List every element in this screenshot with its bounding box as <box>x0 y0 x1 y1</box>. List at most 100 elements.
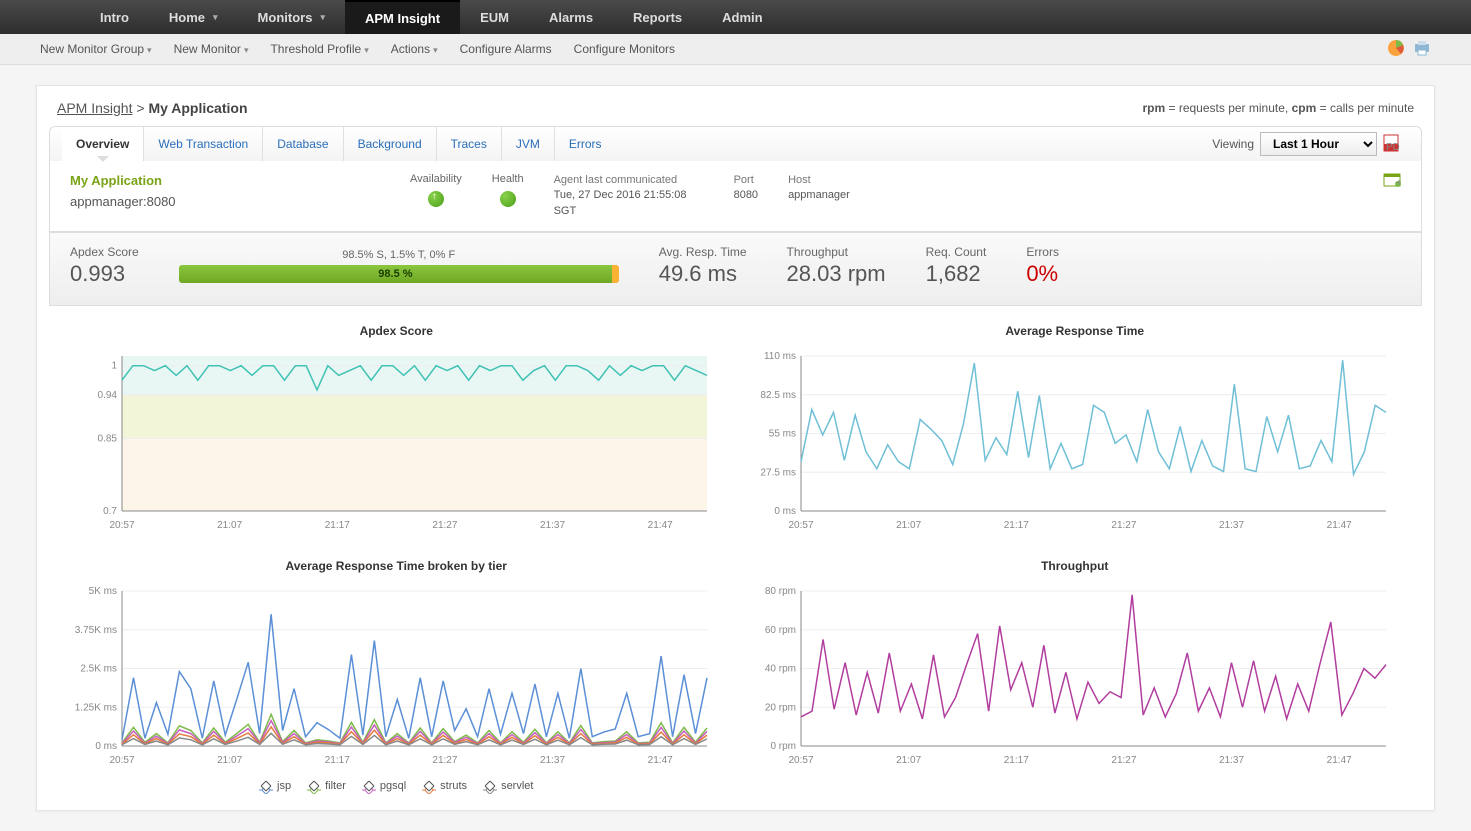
svg-text:80 rpm: 80 rpm <box>764 586 795 597</box>
port-value: 8080 <box>734 188 758 203</box>
charts-grid: Apdex Score0.70.850.94120:5721:0721:1721… <box>49 306 1422 810</box>
svg-text:82.5 ms: 82.5 ms <box>760 390 796 401</box>
chart-pie-icon[interactable] <box>1387 39 1405 60</box>
svg-text:1: 1 <box>111 361 117 372</box>
chevron-down-icon: ▾ <box>147 45 152 55</box>
subnav-item-new-monitor-group[interactable]: New Monitor Group▾ <box>40 42 152 56</box>
tab-background[interactable]: Background <box>344 127 437 161</box>
chart-apdex: Apdex Score0.70.850.94120:5721:0721:1721… <box>67 324 726 539</box>
topnav-item-intro[interactable]: Intro <box>80 0 149 34</box>
chart-svg: 0.70.850.94120:5721:0721:1721:2721:3721:… <box>67 346 717 536</box>
breadcrumb: APM Insight > My Application <box>57 100 248 116</box>
errors-value: 0% <box>1026 261 1059 287</box>
svg-text:1.25K ms: 1.25K ms <box>75 702 117 713</box>
svg-text:21:47: 21:47 <box>1326 520 1351 531</box>
tabs: OverviewWeb TransactionDatabaseBackgroun… <box>49 126 1422 161</box>
svg-text:21:07: 21:07 <box>217 755 242 766</box>
metrics-row: Apdex Score 0.993 98.5% S, 1.5% T, 0% F … <box>49 232 1422 306</box>
svg-text:21:47: 21:47 <box>1326 755 1351 766</box>
app-info-row: My Application appmanager:8080 Availabil… <box>49 161 1422 232</box>
chart-title: Average Response Time <box>746 324 1405 338</box>
topnav-item-reports[interactable]: Reports <box>613 0 702 34</box>
viewing-label: Viewing <box>1212 137 1254 151</box>
svg-text:21:07: 21:07 <box>896 520 921 531</box>
chart-legend: jspfilterpgsqlstrutsservlet <box>67 780 726 792</box>
chart-avgresp: Average Response Time0 ms27.5 ms55 ms82.… <box>746 324 1405 539</box>
req-count-value: 1,682 <box>926 261 987 287</box>
subnav-item-threshold-profile[interactable]: Threshold Profile▾ <box>270 42 368 56</box>
apdex-progress-bar: 98.5 % <box>179 265 619 283</box>
sub-navigation: New Monitor Group▾ New Monitor▾ Threshold … <box>0 34 1471 65</box>
apdex-label: Apdex Score <box>70 245 139 259</box>
pdf-export-icon[interactable]: PDF <box>1383 134 1399 155</box>
svg-text:21:27: 21:27 <box>1111 755 1136 766</box>
svg-text:21:47: 21:47 <box>648 520 673 531</box>
svg-text:3.75K ms: 3.75K ms <box>75 625 117 636</box>
svg-text:21:07: 21:07 <box>896 755 921 766</box>
tab-web-transaction[interactable]: Web Transaction <box>144 127 263 161</box>
svg-text:0 ms: 0 ms <box>774 506 796 517</box>
svg-text:27.5 ms: 27.5 ms <box>760 467 796 478</box>
svg-text:+: + <box>1396 178 1401 187</box>
tab-database[interactable]: Database <box>263 127 343 161</box>
subnav-item-configure-monitors[interactable]: Configure Monitors <box>574 42 675 56</box>
units-legend: rpm = requests per minute, cpm = calls p… <box>1142 101 1414 115</box>
app-host: appmanager:8080 <box>70 194 230 209</box>
subnav-item-configure-alarms[interactable]: Configure Alarms <box>460 42 552 56</box>
tab-overview[interactable]: Overview <box>62 127 144 161</box>
topnav-item-apm-insight[interactable]: APM Insight <box>345 0 460 34</box>
expand-icon[interactable]: + <box>1383 176 1401 190</box>
apdex-progress-tolerating <box>612 265 619 283</box>
svg-text:21:37: 21:37 <box>540 755 565 766</box>
svg-text:21:07: 21:07 <box>217 520 242 531</box>
hostname-label: Host <box>788 173 850 188</box>
avg-resp-label: Avg. Resp. Time <box>659 245 747 259</box>
port-label: Port <box>734 173 758 188</box>
apdex-value: 0.993 <box>70 261 139 287</box>
breadcrumb-link[interactable]: APM Insight <box>57 100 132 116</box>
subnav-item-new-monitor[interactable]: New Monitor▾ <box>174 42 249 56</box>
time-range-select[interactable]: Last 1 Hour <box>1260 132 1377 156</box>
svg-text:20:57: 20:57 <box>109 755 134 766</box>
health-label: Health <box>492 173 524 185</box>
top-navigation: IntroHome▾Monitors▾APM InsightEUMAlarmsR… <box>0 0 1471 34</box>
svg-text:21:37: 21:37 <box>1219 755 1244 766</box>
tab-traces[interactable]: Traces <box>437 127 502 161</box>
availability-status-icon <box>428 191 444 207</box>
svg-text:21:17: 21:17 <box>1003 755 1028 766</box>
apdex-progress-fill: 98.5 % <box>179 265 612 283</box>
svg-text:21:27: 21:27 <box>1111 520 1136 531</box>
svg-text:21:27: 21:27 <box>432 755 457 766</box>
svg-text:21:17: 21:17 <box>325 520 350 531</box>
svg-text:5K ms: 5K ms <box>89 586 117 597</box>
req-count-label: Req. Count <box>926 245 987 259</box>
tab-jvm[interactable]: JVM <box>502 127 555 161</box>
agent-comm-label: Agent last communicated <box>554 173 704 188</box>
subnav-item-actions[interactable]: Actions▾ <box>391 42 438 56</box>
svg-text:20:57: 20:57 <box>788 520 813 531</box>
agent-comm-time: Tue, 27 Dec 2016 21:55:08 SGT <box>554 188 704 219</box>
svg-text:21:47: 21:47 <box>648 755 673 766</box>
apdex-breakdown: 98.5% S, 1.5% T, 0% F <box>179 249 619 261</box>
svg-text:21:27: 21:27 <box>432 520 457 531</box>
svg-text:0.85: 0.85 <box>98 434 118 445</box>
app-name: My Application <box>70 173 230 188</box>
print-icon[interactable] <box>1413 39 1431 60</box>
chart-title: Apdex Score <box>67 324 726 338</box>
chart-svg: 0 rpm20 rpm40 rpm60 rpm80 rpm20:5721:072… <box>746 581 1396 771</box>
topnav-item-admin[interactable]: Admin <box>702 0 782 34</box>
svg-text:60 rpm: 60 rpm <box>764 625 795 636</box>
errors-label: Errors <box>1026 245 1059 259</box>
chevron-down-icon: ▾ <box>213 12 218 23</box>
topnav-item-alarms[interactable]: Alarms <box>529 0 613 34</box>
hostname-value: appmanager <box>788 188 850 203</box>
svg-text:20:57: 20:57 <box>788 755 813 766</box>
svg-text:21:17: 21:17 <box>325 755 350 766</box>
tab-errors[interactable]: Errors <box>555 127 616 161</box>
throughput-value: 28.03 rpm <box>787 261 886 287</box>
topnav-item-eum[interactable]: EUM <box>460 0 529 34</box>
topnav-item-home[interactable]: Home▾ <box>149 0 238 34</box>
chart-svg: 0 ms1.25K ms2.5K ms3.75K ms5K ms20:5721:… <box>67 581 717 771</box>
chart-title: Average Response Time broken by tier <box>67 559 726 573</box>
topnav-item-monitors[interactable]: Monitors▾ <box>238 0 345 34</box>
